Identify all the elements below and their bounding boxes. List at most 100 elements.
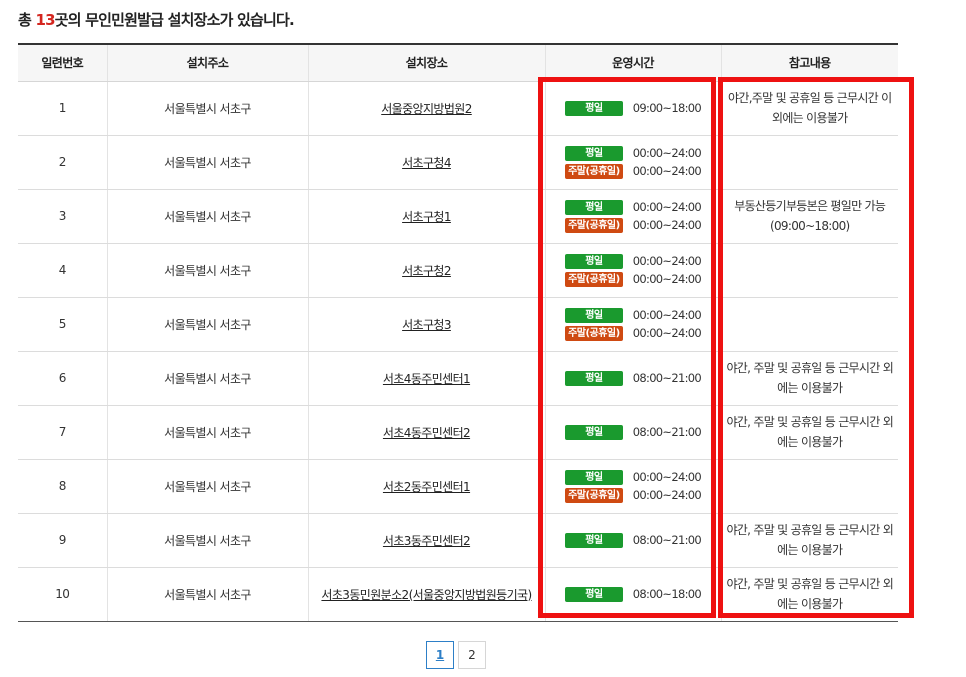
install-address: 서울특별시 서초구 bbox=[106, 513, 308, 568]
install-place-link[interactable]: 서초구청1 bbox=[402, 210, 451, 224]
install-place-cell: 서초3동민원분소2(서울중앙지방법원등기국) bbox=[307, 567, 545, 622]
operating-hours-cell: 평일 00:00~24:00 주말(공휴일) 00:00~24:00 bbox=[544, 189, 721, 244]
hours-entry: 평일 00:00~24:00 bbox=[565, 145, 702, 161]
install-address: 서울특별시 서초구 bbox=[106, 243, 308, 298]
weekend-badge: 주말(공휴일) bbox=[565, 487, 623, 503]
hours-entry: 평일 08:00~21:00 bbox=[565, 370, 702, 386]
column-header-number: 일련번호 bbox=[18, 43, 107, 82]
page-button-1[interactable]: 1 bbox=[426, 641, 454, 669]
hours-entry: 주말(공휴일) 00:00~24:00 bbox=[565, 271, 702, 287]
kiosk-location-table: 일련번호 설치주소 설치장소 운영시간 참고내용 1 서울특별시 서초구 서울중앙지… bbox=[18, 43, 898, 622]
install-place-cell: 서초구청4 bbox=[307, 135, 545, 190]
summary-suffix: 곳의 무인민원발급 설치장소가 있습니다. bbox=[54, 11, 295, 29]
note-cell bbox=[720, 459, 898, 514]
hours-time: 00:00~24:00 bbox=[632, 308, 702, 322]
hours-time: 08:00~18:00 bbox=[632, 587, 702, 601]
column-header-hours: 운영시간 bbox=[544, 43, 721, 82]
note-text: 야간, 주말 및 공휴일 등 근무시간 외에는 이용불가 bbox=[726, 577, 894, 611]
operating-hours-cell: 평일 09:00~18:00 bbox=[544, 81, 721, 136]
install-place-link[interactable]: 서초4동주민센터1 bbox=[383, 372, 471, 386]
install-address: 서울특별시 서초구 bbox=[106, 459, 308, 514]
weekday-badge: 평일 bbox=[565, 469, 623, 485]
hours-entry: 주말(공휴일) 00:00~24:00 bbox=[565, 325, 702, 341]
table-row: 6 서울특별시 서초구 서초4동주민센터1 평일 08:00~21:00 야간, 주말 및… bbox=[18, 351, 898, 406]
page-button-2[interactable]: 2 bbox=[458, 641, 486, 669]
table-row: 1 서울특별시 서초구 서울중앙지방법원2 평일 09:00~18:00 야간,주말 및 … bbox=[18, 81, 898, 136]
install-place-cell: 서초2동주민센터1 bbox=[307, 459, 545, 514]
weekday-badge: 평일 bbox=[565, 253, 623, 269]
install-place-link[interactable]: 서초구청2 bbox=[402, 264, 451, 278]
note-text: 야간, 주말 및 공휴일 등 근무시간 외에는 이용불가 bbox=[726, 361, 894, 395]
weekday-badge: 평일 bbox=[565, 424, 623, 440]
weekday-badge: 평일 bbox=[565, 370, 623, 386]
hours-entry: 평일 00:00~24:00 bbox=[565, 199, 702, 215]
note-text: 부동산등기부등본은 평일만 가능(09:00~18:00) bbox=[734, 199, 886, 233]
install-place-link[interactable]: 서초3동주민센터2 bbox=[383, 534, 471, 548]
operating-hours-cell: 평일 08:00~21:00 bbox=[544, 513, 721, 568]
weekday-badge: 평일 bbox=[565, 532, 623, 548]
install-place-cell: 서초구청2 bbox=[307, 243, 545, 298]
column-header-place: 설치장소 bbox=[307, 43, 545, 82]
table-header-row: 일련번호 설치주소 설치장소 운영시간 참고내용 bbox=[18, 43, 898, 82]
install-place-link[interactable]: 서초구청3 bbox=[402, 318, 451, 332]
install-address: 서울특별시 서초구 bbox=[106, 405, 308, 460]
table-row: 9 서울특별시 서초구 서초3동주민센터2 평일 08:00~21:00 야간, 주말 및… bbox=[18, 513, 898, 568]
hours-time: 00:00~24:00 bbox=[632, 200, 702, 214]
column-header-note: 참고내용 bbox=[720, 43, 898, 82]
install-place-link[interactable]: 서초4동주민센터2 bbox=[383, 426, 471, 440]
row-number: 5 bbox=[18, 297, 107, 352]
note-cell: 야간, 주말 및 공휴일 등 근무시간 외에는 이용불가 bbox=[720, 351, 898, 406]
install-place-cell: 서초4동주민센터1 bbox=[307, 351, 545, 406]
hours-entry: 주말(공휴일) 00:00~24:00 bbox=[565, 217, 702, 233]
install-place-cell: 서초3동주민센터2 bbox=[307, 513, 545, 568]
install-place-link[interactable]: 서초2동주민센터1 bbox=[383, 480, 471, 494]
install-place-link[interactable]: 서울중앙지방법원2 bbox=[381, 102, 472, 116]
hours-time: 00:00~24:00 bbox=[632, 326, 702, 340]
row-number: 1 bbox=[18, 81, 107, 136]
hours-time: 00:00~24:00 bbox=[632, 488, 702, 502]
hours-entry: 주말(공휴일) 00:00~24:00 bbox=[565, 487, 702, 503]
note-cell bbox=[720, 135, 898, 190]
hours-entry: 평일 00:00~24:00 bbox=[565, 253, 702, 269]
install-address: 서울특별시 서초구 bbox=[106, 351, 308, 406]
install-place-cell: 서초구청3 bbox=[307, 297, 545, 352]
row-number: 3 bbox=[18, 189, 107, 244]
install-place-link[interactable]: 서초구청4 bbox=[402, 156, 451, 170]
row-number: 7 bbox=[18, 405, 107, 460]
hours-entry: 평일 08:00~21:00 bbox=[565, 532, 702, 548]
row-number: 4 bbox=[18, 243, 107, 298]
table-row: 4 서울특별시 서초구 서초구청2 평일 00:00~24:00 주말(공휴일) 00:00… bbox=[18, 243, 898, 298]
weekend-badge: 주말(공휴일) bbox=[565, 325, 623, 341]
operating-hours-cell: 평일 00:00~24:00 주말(공휴일) 00:00~24:00 bbox=[544, 459, 721, 514]
hours-time: 00:00~24:00 bbox=[632, 146, 702, 160]
hours-time: 00:00~24:00 bbox=[632, 218, 702, 232]
weekend-badge: 주말(공휴일) bbox=[565, 163, 623, 179]
table-row: 8 서울특별시 서초구 서초2동주민센터1 평일 00:00~24:00 주말(공휴일) 0… bbox=[18, 459, 898, 514]
install-address: 서울특별시 서초구 bbox=[106, 135, 308, 190]
install-address: 서울특별시 서초구 bbox=[106, 189, 308, 244]
hours-entry: 평일 09:00~18:00 bbox=[565, 100, 702, 116]
install-place-cell: 서초4동주민센터2 bbox=[307, 405, 545, 460]
hours-time: 09:00~18:00 bbox=[632, 101, 702, 115]
note-text: 야간, 주말 및 공휴일 등 근무시간 외에는 이용불가 bbox=[726, 415, 894, 449]
install-place-link[interactable]: 서초3동민원분소2(서울중앙지방법원등기국) bbox=[321, 588, 532, 602]
hours-time: 08:00~21:00 bbox=[632, 425, 702, 439]
weekend-badge: 주말(공휴일) bbox=[565, 271, 623, 287]
row-number: 8 bbox=[18, 459, 107, 514]
row-number: 2 bbox=[18, 135, 107, 190]
operating-hours-cell: 평일 08:00~21:00 bbox=[544, 351, 721, 406]
result-summary: 총 13곳의 무인민원발급 설치장소가 있습니다. bbox=[18, 9, 295, 30]
operating-hours-cell: 평일 00:00~24:00 주말(공휴일) 00:00~24:00 bbox=[544, 135, 721, 190]
note-text: 야간, 주말 및 공휴일 등 근무시간 외에는 이용불가 bbox=[726, 523, 894, 557]
hours-entry: 평일 08:00~18:00 bbox=[565, 586, 702, 602]
hours-entry: 평일 00:00~24:00 bbox=[565, 469, 702, 485]
pagination: 12 bbox=[426, 641, 486, 669]
operating-hours-cell: 평일 00:00~24:00 주말(공휴일) 00:00~24:00 bbox=[544, 297, 721, 352]
note-cell: 야간, 주말 및 공휴일 등 근무시간 외에는 이용불가 bbox=[720, 405, 898, 460]
hours-time: 00:00~24:00 bbox=[632, 164, 702, 178]
note-cell: 부동산등기부등본은 평일만 가능(09:00~18:00) bbox=[720, 189, 898, 244]
column-header-address: 설치주소 bbox=[106, 43, 308, 82]
weekday-badge: 평일 bbox=[565, 307, 623, 323]
install-address: 서울특별시 서초구 bbox=[106, 567, 308, 622]
operating-hours-cell: 평일 00:00~24:00 주말(공휴일) 00:00~24:00 bbox=[544, 243, 721, 298]
